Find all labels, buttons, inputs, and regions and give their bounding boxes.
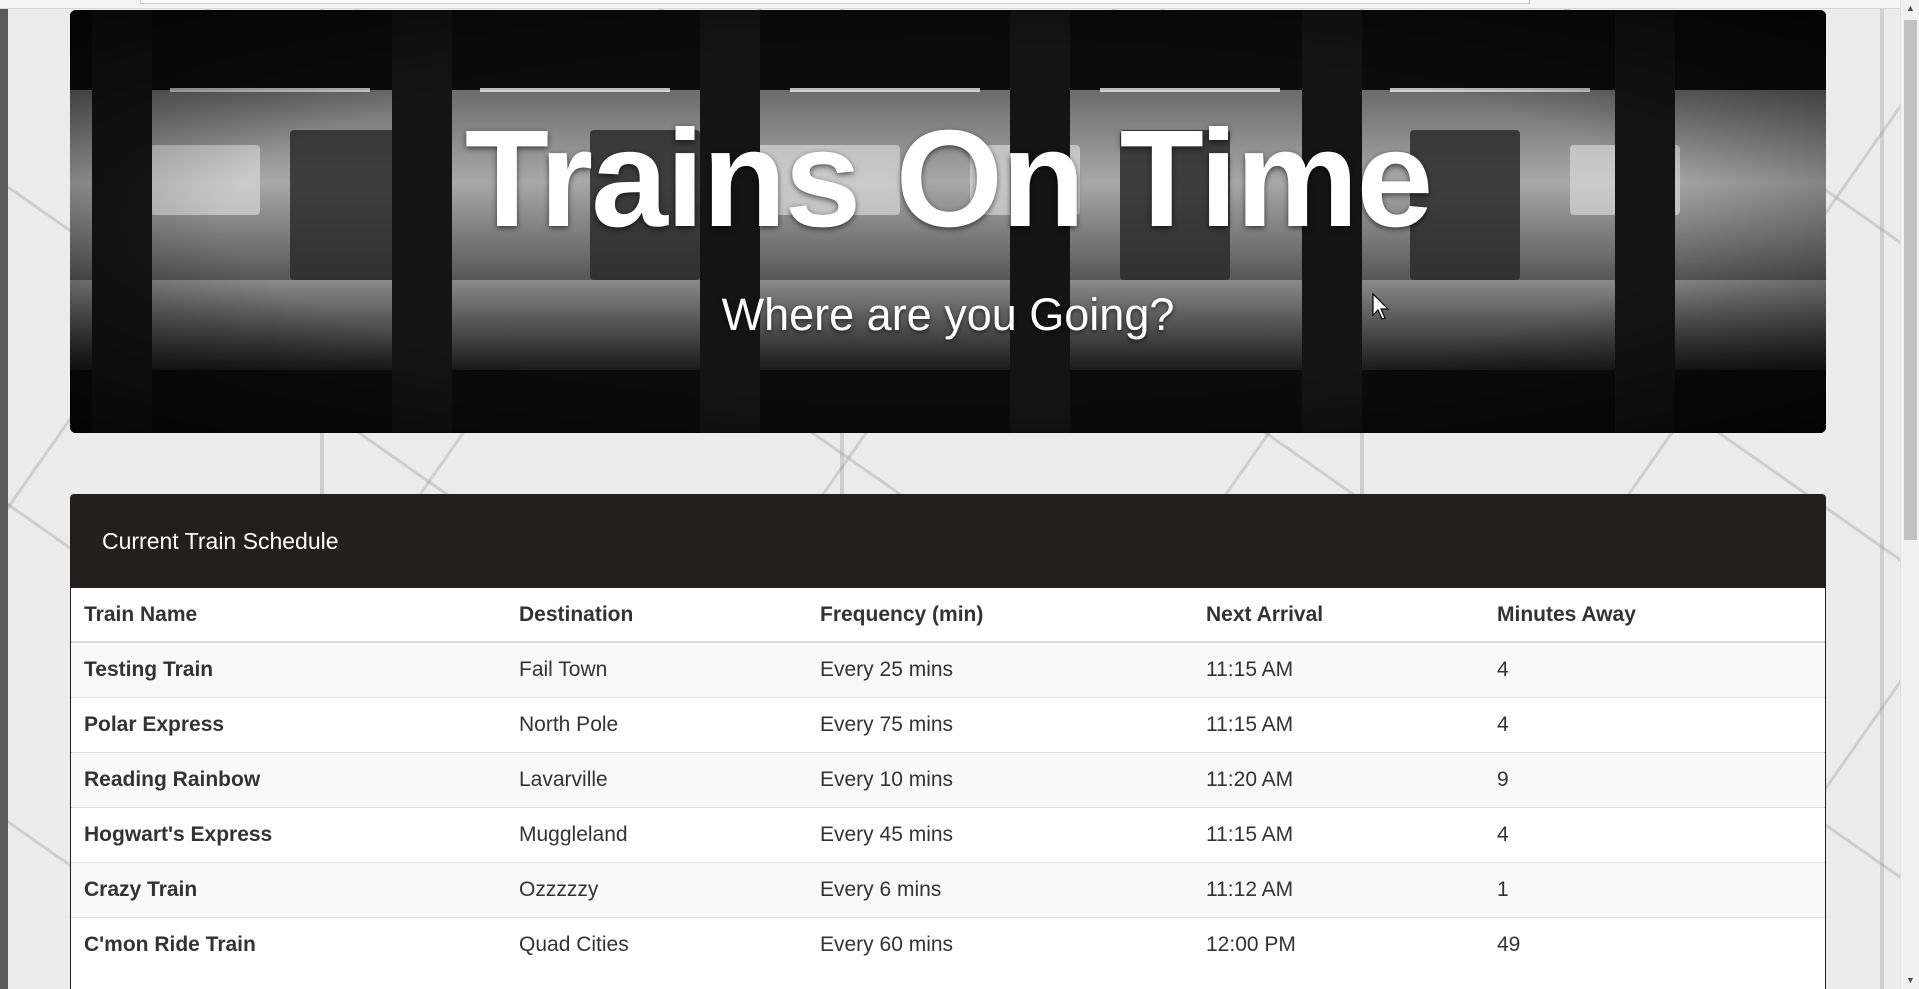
frequency-cell: Every 75 mins: [807, 696, 1193, 752]
mouse-cursor-icon: [1372, 293, 1390, 320]
scroll-down-arrow-icon[interactable]: ▼: [1901, 972, 1919, 989]
panel-heading: Current Train Schedule: [71, 495, 1825, 588]
column-header-train-name: Train Name: [71, 588, 506, 643]
column-header-frequency: Frequency (min): [807, 588, 1193, 643]
minutes-away-cell: 49: [1484, 916, 1825, 972]
hero-title: Trains On Time: [464, 102, 1433, 256]
destination-cell: Muggleland: [506, 806, 807, 862]
frequency-cell: Every 25 mins: [807, 641, 1193, 697]
browser-top-bar: [0, 0, 1900, 9]
table-row: Crazy Train Ozzzzzy Every 6 mins 11:12 A…: [71, 861, 1825, 917]
minutes-away-cell: 9: [1484, 751, 1825, 807]
table-row: Hogwart's Express Muggleland Every 45 mi…: [71, 806, 1825, 862]
table-row: C'mon Ride Train Quad Cities Every 60 mi…: [71, 916, 1825, 972]
minutes-away-cell: 4: [1484, 806, 1825, 862]
column-header-destination: Destination: [506, 588, 807, 643]
column-header-minutes-away: Minutes Away: [1484, 588, 1825, 643]
train-name-cell: Reading Rainbow: [71, 751, 506, 807]
destination-cell: Fail Town: [506, 641, 807, 697]
minutes-away-cell: 4: [1484, 696, 1825, 752]
next-arrival-cell: 11:20 AM: [1193, 751, 1484, 807]
train-name-cell: Hogwart's Express: [71, 806, 506, 862]
train-name-cell: Testing Train: [71, 641, 506, 697]
train-name-cell: C'mon Ride Train: [71, 916, 506, 972]
train-name-cell: Crazy Train: [71, 861, 506, 917]
table-row: Reading Rainbow Lavarville Every 10 mins…: [71, 751, 1825, 807]
train-schedule-panel: Current Train Schedule Train Name Destin…: [70, 494, 1826, 989]
next-arrival-cell: 11:15 AM: [1193, 641, 1484, 697]
vertical-scrollbar[interactable]: ▲ ▼: [1900, 0, 1919, 989]
table-row: Testing Train Fail Town Every 25 mins 11…: [71, 641, 1825, 697]
destination-cell: Ozzzzzy: [506, 861, 807, 917]
frequency-cell: Every 6 mins: [807, 861, 1193, 917]
destination-cell: Quad Cities: [506, 916, 807, 972]
next-arrival-cell: 11:15 AM: [1193, 806, 1484, 862]
train-name-cell: Polar Express: [71, 696, 506, 752]
next-arrival-cell: 12:00 PM: [1193, 916, 1484, 972]
frequency-cell: Every 60 mins: [807, 916, 1193, 972]
frequency-cell: Every 10 mins: [807, 751, 1193, 807]
scroll-up-arrow-icon[interactable]: ▲: [1901, 0, 1919, 17]
address-bar-edge[interactable]: [140, 0, 1530, 4]
minutes-away-cell: 4: [1484, 641, 1825, 697]
destination-cell: Lavarville: [506, 751, 807, 807]
frequency-cell: Every 45 mins: [807, 806, 1193, 862]
next-arrival-cell: 11:15 AM: [1193, 696, 1484, 752]
hero-subtitle: Where are you Going?: [721, 289, 1175, 340]
table-header-row: Train Name Destination Frequency (min) N…: [71, 588, 1825, 643]
hero-jumbotron: Trains On Time Where are you Going?: [70, 10, 1826, 433]
next-arrival-cell: 11:12 AM: [1193, 861, 1484, 917]
window-left-edge: [0, 0, 8, 989]
column-header-next-arrival: Next Arrival: [1193, 588, 1484, 643]
minutes-away-cell: 1: [1484, 861, 1825, 917]
table-row: Polar Express North Pole Every 75 mins 1…: [71, 696, 1825, 752]
scroll-thumb[interactable]: [1904, 20, 1917, 540]
train-schedule-table: Train Name Destination Frequency (min) N…: [71, 588, 1825, 972]
destination-cell: North Pole: [506, 696, 807, 752]
